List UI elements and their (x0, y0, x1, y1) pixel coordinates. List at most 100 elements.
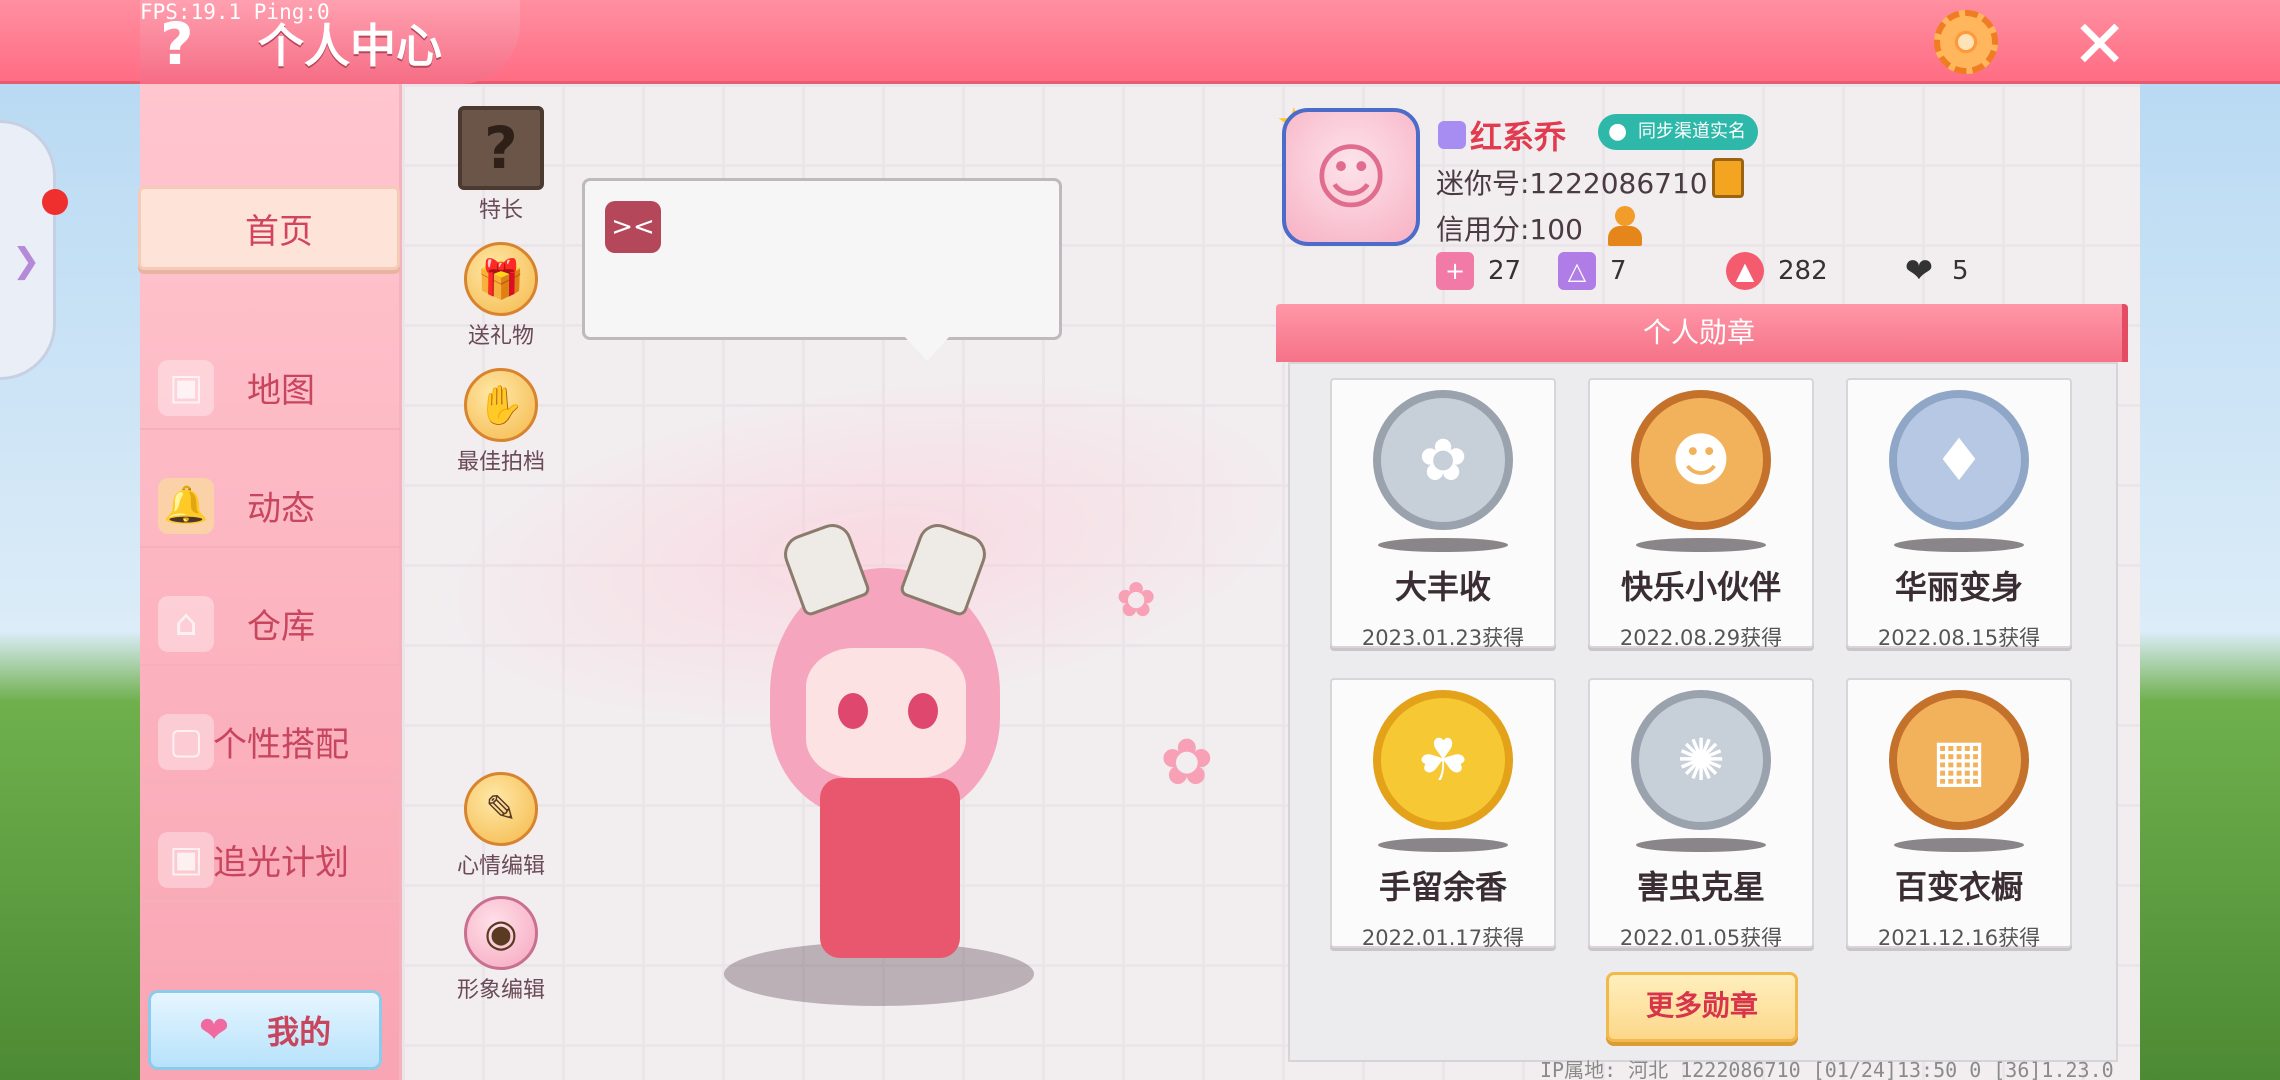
medal-shadow (1636, 538, 1766, 552)
vip-icon (1438, 121, 1466, 149)
more-medals-button[interactable]: 更多勋章 (1606, 972, 1798, 1042)
medal-name: 手留余香 (1378, 868, 1507, 906)
my-button-label: 我的 (267, 1013, 332, 1051)
player-name-text: 红系乔 (1470, 118, 1567, 156)
copy-icon[interactable] (1712, 158, 1744, 198)
sidebar-item-warehouse[interactable]: ⌂ 仓库 (140, 582, 402, 666)
medal-shadow (1378, 838, 1508, 852)
close-icon[interactable]: ✕ (2072, 6, 2127, 83)
medal-card[interactable]: ☻ 快乐小伙伴 2022.08.29获得 (1588, 378, 1814, 650)
side-drawer-handle[interactable]: ❯ (0, 120, 68, 380)
talent-label: 特长 (478, 198, 523, 223)
handshake-icon: ✋ (464, 368, 538, 442)
sidebar-item-map[interactable]: ▣ 地图 (140, 346, 402, 430)
sidebar-item-label: 仓库 (247, 606, 315, 647)
sidebar: 首页 ▣ 地图 🔔 动态 ⌂ 仓库 ▢ 个性搭配 ▣ 追光计划 (138, 84, 402, 1080)
send-gift-label: 送礼物 (467, 324, 534, 349)
medal-date: 2022.08.29获得 (1619, 626, 1783, 650)
medal-date: 2021.12.16获得 (1877, 926, 2041, 950)
question-box-icon: ? (458, 106, 544, 190)
gear-icon[interactable] (1934, 10, 1998, 74)
character-eye-right (908, 693, 938, 729)
plus-icon: + (1436, 252, 1474, 290)
top-bar: FPS:19.1 Ping:0 ? 个人中心 ✕ (0, 0, 2280, 84)
medal-card[interactable]: ♦ 华丽变身 2022.08.15获得 (1846, 378, 2072, 650)
sidebar-item-label: 个性搭配 (213, 724, 349, 765)
stat-value: 5 (1952, 256, 1969, 286)
medal-shadow (1894, 538, 2024, 552)
stat-value: 282 (1778, 256, 1828, 286)
person-icon[interactable] (1604, 206, 1646, 248)
happy-friends-medal-icon: ☻ (1631, 390, 1771, 530)
sync-realname-badge[interactable]: 同步渠道实名 (1598, 114, 1758, 150)
medal-name: 华丽变身 (1894, 568, 2023, 606)
character-face (806, 648, 966, 778)
talent-button[interactable]: ? 特长 (446, 106, 556, 224)
bell-icon: 🔔 (158, 478, 214, 534)
fragrance-medal-icon: ☘ (1373, 690, 1513, 830)
appearance-edit-label: 形象编辑 (456, 978, 545, 1003)
character-eye-left (838, 693, 868, 729)
heart-icon: ❤ (198, 1009, 230, 1051)
medal-card[interactable]: ▦ 百变衣橱 2021.12.16获得 (1846, 678, 2072, 950)
medals-header: 个人勋章 (1276, 304, 2128, 362)
medal-card[interactable]: ✺ 害虫克星 2022.01.05获得 (1588, 678, 1814, 950)
sidebar-item-outfit[interactable]: ▢ 个性搭配 (140, 700, 402, 784)
appearance-edit-button[interactable]: ◉ 形象编辑 (446, 896, 556, 1004)
fire-icon: ▲ (1726, 252, 1764, 290)
cheer-icon: △ (1558, 252, 1596, 290)
medal-card[interactable]: ✿ 大丰收 2023.01.23获得 (1330, 378, 1556, 650)
send-gift-button[interactable]: 🎁 送礼物 (446, 242, 556, 350)
sidebar-item-label: 地图 (247, 370, 315, 411)
gift-icon: ▣ (158, 832, 214, 888)
sidebar-item-label: 首页 (245, 211, 313, 252)
outfit-icon: ◉ (464, 896, 538, 970)
notification-dot (42, 189, 68, 215)
question-icon[interactable]: ? (160, 10, 194, 78)
footer-info: IP属地: 河北 1222086710 [01/24]13:50 0 [36]1… (1540, 1058, 2114, 1080)
petal-icon: ✿ (1116, 572, 1157, 628)
map-icon: ▣ (158, 360, 214, 416)
page-title: 个人中心 (258, 19, 442, 73)
stat-value: 27 (1488, 256, 1522, 286)
medal-date: 2022.01.17获得 (1361, 926, 1525, 950)
my-button[interactable]: ❤ 我的 (148, 990, 382, 1070)
medal-shadow (1378, 538, 1508, 552)
medal-date: 2023.01.23获得 (1361, 626, 1525, 650)
stat-cheers: △ 7 (1558, 252, 1627, 290)
sidebar-item-home[interactable]: 首页 (138, 186, 400, 270)
player-name: 红系乔 (1438, 112, 1566, 158)
medal-date: 2022.08.15获得 (1877, 626, 2041, 650)
sidebar-item-label: 追光计划 (213, 842, 349, 883)
medal-date: 2022.01.05获得 (1619, 926, 1783, 950)
background-scenery-right (2138, 84, 2280, 1080)
medal-name: 快乐小伙伴 (1620, 568, 1781, 606)
sidebar-item-feed[interactable]: 🔔 动态 (140, 464, 402, 548)
stat-hearts: ❤ 5 (1900, 252, 1969, 290)
stat-value: 7 (1610, 256, 1627, 286)
pest-slayer-medal-icon: ✺ (1631, 690, 1771, 830)
stats-row: + 27 △ 7 ▲ 282 ❤ 5 (1436, 252, 2036, 292)
harvest-medal-icon: ✿ (1373, 390, 1513, 530)
credit-score: 信用分:100 (1436, 213, 1583, 246)
house-icon: ⌂ (158, 596, 214, 652)
medal-card[interactable]: ☘ 手留余香 2022.01.17获得 (1330, 678, 1556, 950)
stat-popularity: ▲ 282 (1726, 252, 1828, 290)
edit-icon: ✎ (464, 772, 538, 846)
stat-likes: + 27 (1436, 252, 1521, 290)
sidebar-item-chase-light[interactable]: ▣ 追光计划 (140, 818, 402, 902)
player-character-model[interactable] (740, 488, 1030, 988)
mood-edit-button[interactable]: ✎ 心情编辑 (446, 772, 556, 880)
mini-id: 迷你号:1222086710 (1436, 167, 1708, 200)
medal-name: 大丰收 (1394, 568, 1491, 606)
gift-hand-icon: 🎁 (464, 242, 538, 316)
medal-name: 百变衣橱 (1894, 868, 2023, 906)
medal-shadow (1894, 838, 2024, 852)
transform-medal-icon: ♦ (1889, 390, 2029, 530)
best-partner-button[interactable]: ✋ 最佳拍档 (446, 368, 556, 476)
medal-name: 害虫克星 (1636, 868, 1765, 906)
best-partner-label: 最佳拍档 (456, 450, 545, 475)
avatar[interactable]: ☺ (1282, 108, 1420, 246)
medal-shadow (1636, 838, 1766, 852)
mood-speech-bubble[interactable]: >< (582, 178, 1062, 361)
